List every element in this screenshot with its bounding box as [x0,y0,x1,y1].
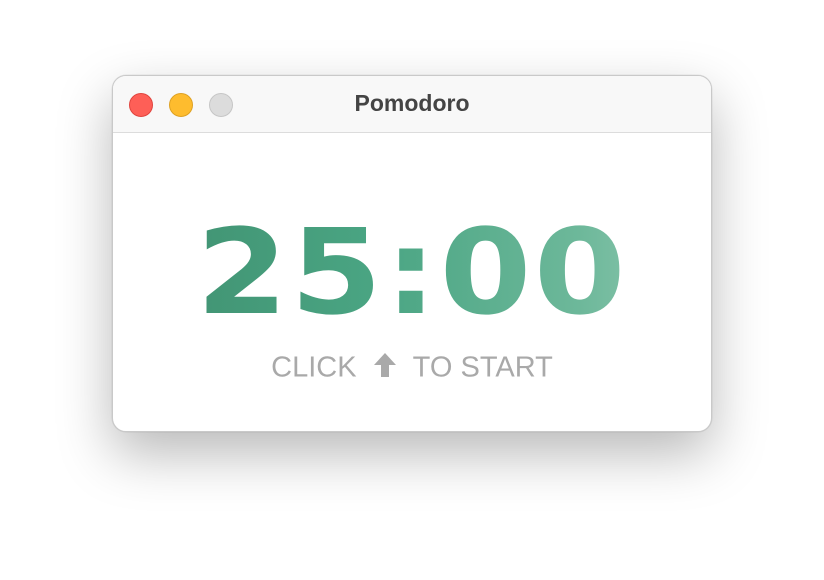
title-bar[interactable]: Pomodoro [113,76,711,133]
hint-suffix: TO START [412,351,553,384]
window-title: Pomodoro [354,90,470,116]
timer-display[interactable]: 25:00 [113,213,711,331]
pomodoro-window: Pomodoro 25:00 CLICK TO START [112,75,712,432]
start-hint: CLICK TO START [113,349,711,384]
hint-prefix: CLICK [271,351,357,384]
up-arrow-icon [373,353,396,378]
timer-content[interactable]: 25:00 CLICK TO START [113,133,711,431]
